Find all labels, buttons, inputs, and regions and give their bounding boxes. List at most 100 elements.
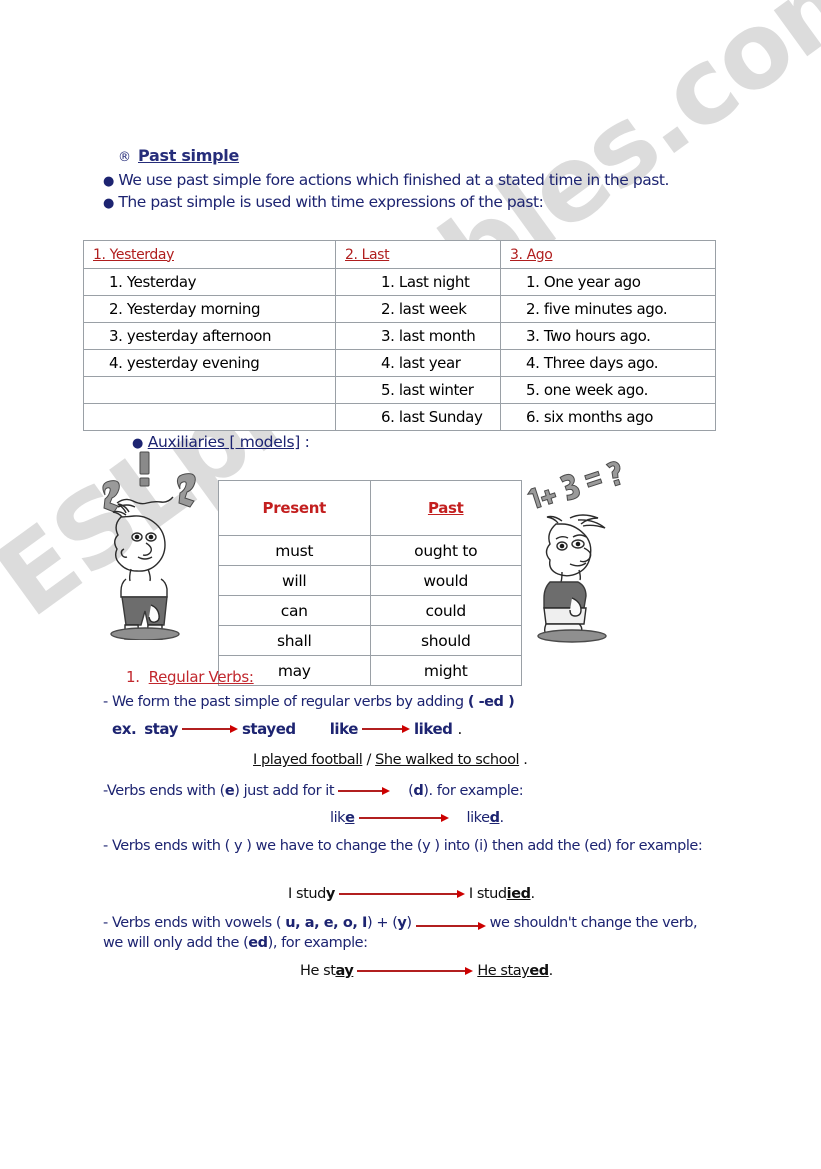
table-row: 3. yesterday afternoon 3. last month 3. …: [83, 322, 716, 350]
modal-past-4: should: [369, 625, 522, 656]
cell-last-1: 1. Last night: [335, 268, 501, 296]
regular-verbs-heading: 1. Regular Verbs:: [126, 668, 254, 686]
ex-y-tail: .: [530, 886, 536, 902]
ex-y-to-letter: ied: [506, 886, 531, 902]
ex-v-tail: .: [548, 963, 554, 979]
ex-y-from-stem: I stud: [288, 886, 326, 902]
ex-e-tail: .: [499, 810, 505, 826]
arrow-icon: [357, 967, 474, 975]
rule-add-ed: - We form the past simple of regular ver…: [103, 692, 703, 712]
intro-block: ● We use past simple fore actions which …: [103, 170, 698, 214]
intro-line-2-text: The past simple is used with time expres…: [118, 193, 544, 211]
rule-vowel-ed: ed: [248, 935, 268, 951]
rule-vowel-text-a: - Verbs ends with vowels (: [103, 915, 286, 931]
ex-y-from-letter: y: [325, 886, 335, 902]
modal-present-3: can: [218, 595, 371, 626]
table-row: 5. last winter 5. one week ago.: [83, 376, 716, 404]
cell-last-2: 2. last week: [335, 295, 501, 323]
cell-ago-4: 4. Three days ago.: [500, 349, 716, 377]
ex-v-to-stem: He stay: [477, 963, 530, 979]
example-sentences: I played football / She walked to school…: [253, 750, 528, 770]
modal-header-present: Present: [218, 480, 371, 536]
example-study-studied: I stud y I stud ied.: [288, 884, 535, 904]
rule-e-letter-d: d: [413, 783, 424, 799]
arrow-icon: [338, 890, 465, 898]
auxiliaries-table: Present Past must ought to will would ca…: [218, 480, 522, 686]
regular-verbs-heading-text: Regular Verbs:: [148, 668, 254, 686]
sentence-1: I played football: [253, 752, 363, 768]
rule-e-letter-e: e: [224, 783, 235, 799]
ex-e-to-stem: like: [466, 810, 491, 826]
intro-line-1-text: We use past simple fore actions which fi…: [118, 171, 670, 189]
cell-last-5: 5. last winter: [335, 376, 501, 404]
rule-vowel-text-b: ) + (: [366, 915, 398, 931]
example-stay-stayed: He st ay He stay ed.: [300, 961, 553, 981]
table-header-row: 1. Yesterday 2. Last 3. Ago: [83, 240, 716, 269]
rule-e-text-b: ) just add for it: [234, 783, 335, 799]
cell-yesterday-3: 3. yesterday afternoon: [83, 322, 336, 350]
rule-ends-with-e: -Verbs ends with (e) just add for it (d)…: [103, 781, 524, 801]
intro-line-2: ● The past simple is used with time expr…: [103, 192, 698, 214]
table-header-ago: 3. Ago: [500, 240, 716, 269]
modal-present-4: shall: [218, 625, 371, 656]
rule-e-text-d: ). for example:: [423, 783, 524, 799]
modal-past-1: ought to: [369, 535, 522, 566]
example-1-to: stayed: [241, 720, 296, 738]
table-row: shall should: [218, 625, 522, 656]
table-header-last: 2. Last: [335, 240, 501, 269]
worksheet-page: ESLprintables.com ® Past simple ● We use…: [0, 0, 821, 1169]
modal-header-row: Present Past: [218, 480, 522, 536]
cell-ago-5: 5. one week ago.: [500, 376, 716, 404]
arrow-icon: [358, 814, 449, 822]
rule-vowel-text-c: ): [406, 915, 412, 931]
example-1-from: stay: [144, 720, 178, 738]
arrow-icon: [338, 787, 391, 795]
cell-last-6: 6. last Sunday: [335, 403, 501, 431]
modal-header-past: Past: [369, 480, 522, 536]
auxiliaries-heading-colon: :: [299, 433, 310, 451]
table-row: may might: [218, 655, 522, 686]
rule-ends-with-y: - Verbs ends with ( y ) we have to chang…: [103, 838, 703, 854]
modal-past-3: could: [369, 595, 522, 626]
cell-yesterday-4: 4. yesterday evening: [83, 349, 336, 377]
regular-verbs-number: 1.: [126, 668, 140, 686]
cell-ago-3: 3. Two hours ago.: [500, 322, 716, 350]
confused-man-icon: [88, 445, 206, 645]
example-prefix: ex.: [112, 720, 137, 738]
sentence-separator: /: [362, 752, 376, 768]
table-row: 6. last Sunday 6. six months ago: [83, 403, 716, 431]
ex-e-from-stem: lik: [330, 810, 346, 826]
example-like-liked: lik e like d.: [330, 808, 504, 828]
page-title-text: Past simple: [138, 146, 240, 165]
rule-vowel-plus-y: - Verbs ends with vowels ( u, a, e, o, I…: [103, 913, 703, 953]
example-2-from: like: [329, 720, 359, 738]
table-row: can could: [218, 595, 522, 626]
table-header-yesterday: 1. Yesterday: [83, 240, 336, 269]
table-row: will would: [218, 565, 522, 596]
cell-ago-2: 2. five minutes ago.: [500, 295, 716, 323]
rule-add-ed-text: - We form the past simple of regular ver…: [103, 694, 468, 710]
ex-e-from-letter: e: [345, 810, 355, 826]
modal-past-5: might: [369, 655, 522, 686]
table-row: 4. yesterday evening 4. last year 4. Thr…: [83, 349, 716, 377]
intro-line-1: ● We use past simple fore actions which …: [103, 170, 698, 192]
time-expressions-table: 1. Yesterday 2. Last 3. Ago 1. Yesterday…: [83, 240, 716, 431]
cell-yesterday-6: [83, 403, 336, 431]
example-row-ed: ex. stay stayed like liked .: [112, 719, 462, 739]
modal-past-2: would: [369, 565, 522, 596]
bullet-icon: ●: [103, 174, 114, 189]
cell-yesterday-2: 2. Yesterday morning: [83, 295, 336, 323]
rule-add-ed-suffix: ( -ed ): [467, 694, 515, 710]
thinking-man-icon: [518, 458, 636, 648]
sentence-2: She walked to school: [375, 752, 520, 768]
rule-vowel-letters: u, a, e, o, I: [285, 915, 367, 931]
ex-y-to-stem: I stud: [468, 886, 507, 902]
rule-vowel-text-e: ), for example:: [267, 935, 368, 951]
example-2-to: liked: [413, 720, 453, 738]
cell-yesterday-1: 1. Yesterday: [83, 268, 336, 296]
arrow-icon: [361, 725, 410, 733]
table-row: 2. Yesterday morning 2. last week 2. fiv…: [83, 295, 716, 323]
modal-present-1: must: [218, 535, 371, 566]
table-row: 1. Yesterday 1. Last night 1. One year a…: [83, 268, 716, 296]
cell-ago-6: 6. six months ago: [500, 403, 716, 431]
